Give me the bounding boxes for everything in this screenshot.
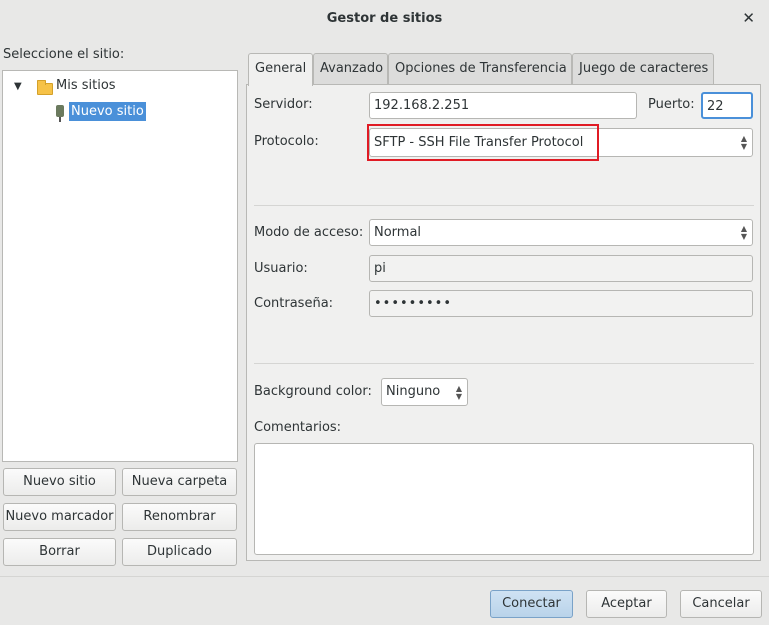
tree-item-my-sites[interactable]: Mis sitios	[56, 78, 116, 93]
comments-textarea[interactable]	[254, 443, 754, 555]
tree-item-new-site[interactable]: Nuevo sitio	[69, 102, 146, 121]
new-bookmark-button[interactable]: Nuevo marcador	[3, 503, 116, 531]
expand-arrow-icon[interactable]: ▼	[14, 81, 22, 92]
comments-label: Comentarios:	[254, 420, 342, 435]
separator	[254, 363, 754, 364]
logon-type-label: Modo de acceso:	[254, 225, 364, 240]
new-folder-button[interactable]: Nueva carpeta	[122, 468, 237, 496]
duplicate-button[interactable]: Duplicado	[122, 538, 237, 566]
server-input[interactable]: 192.168.2.251	[369, 92, 637, 119]
logon-type-value: Normal	[374, 225, 422, 240]
port-label: Puerto:	[648, 97, 695, 112]
server-label: Servidor:	[254, 97, 313, 112]
bg-color-value: Ninguno	[386, 384, 441, 399]
protocol-label: Protocolo:	[254, 134, 319, 149]
bg-color-select[interactable]: Ninguno ▲ ▼	[381, 378, 468, 406]
close-icon[interactable]: ✕	[742, 9, 755, 27]
connect-button[interactable]: Conectar	[490, 590, 573, 618]
spin-arrows-icon: ▲ ▼	[740, 134, 747, 151]
tab-general[interactable]: General	[248, 53, 313, 86]
separator	[254, 205, 754, 206]
tab-advanced[interactable]: Avanzado	[313, 53, 388, 85]
cancel-button[interactable]: Cancelar	[680, 590, 762, 618]
tab-transfer-options[interactable]: Opciones de Transferencia	[388, 53, 572, 85]
folder-icon	[37, 80, 53, 95]
spin-arrows-icon: ▲ ▼	[455, 384, 462, 401]
accept-button[interactable]: Aceptar	[586, 590, 667, 618]
tab-charset[interactable]: Juego de caracteres	[572, 53, 714, 85]
window-title: Gestor de sitios	[326, 11, 443, 26]
user-label: Usuario:	[254, 261, 308, 276]
logon-type-select[interactable]: Normal ▲ ▼	[369, 219, 753, 246]
delete-button[interactable]: Borrar	[3, 538, 116, 566]
password-label: Contraseña:	[254, 296, 334, 311]
port-input[interactable]: 22	[701, 92, 753, 119]
footer-separator	[0, 576, 769, 577]
user-input[interactable]: pi	[369, 255, 753, 282]
select-site-heading: Seleccione el sitio:	[3, 47, 125, 62]
highlight-box	[367, 124, 599, 161]
title-bar: Gestor de sitios ✕	[0, 0, 769, 38]
rename-button[interactable]: Renombrar	[122, 503, 237, 531]
site-icon	[56, 105, 64, 122]
new-site-button[interactable]: Nuevo sitio	[3, 468, 116, 496]
bg-color-label: Background color:	[254, 384, 372, 399]
site-tree[interactable]: ▼ Mis sitios Nuevo sitio	[2, 70, 238, 462]
spin-arrows-icon: ▲ ▼	[740, 224, 747, 241]
password-input[interactable]: •••••••••	[369, 290, 753, 317]
